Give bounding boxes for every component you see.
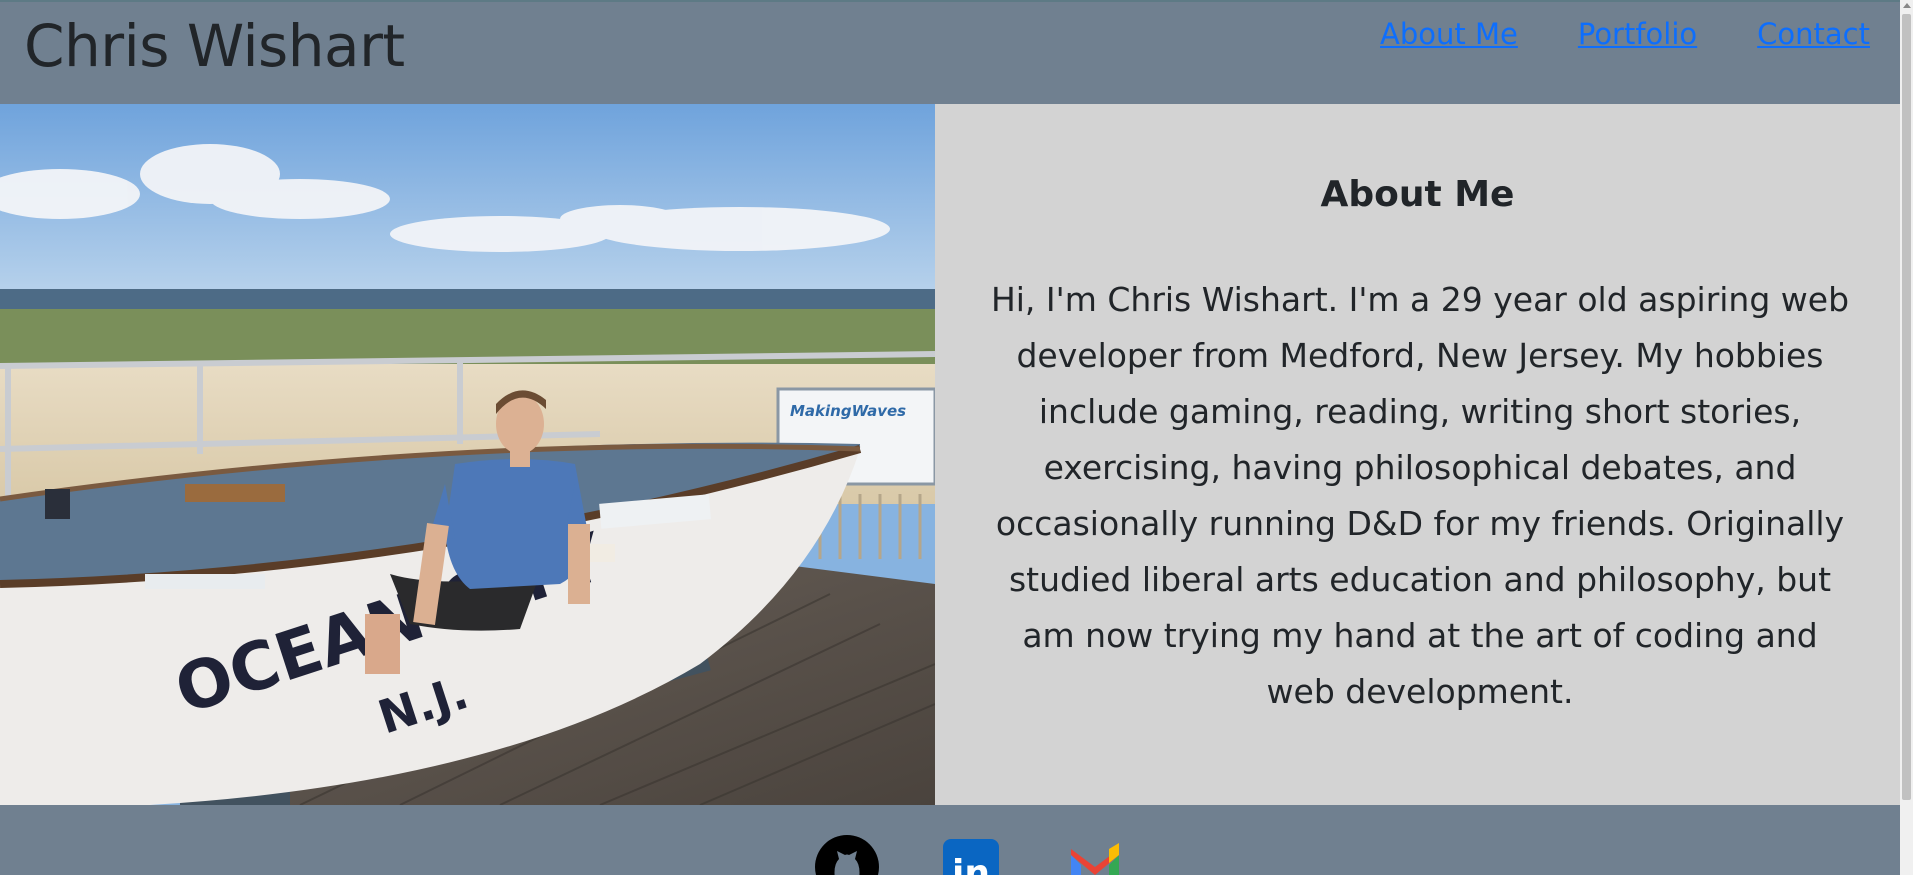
- page-scrollbar[interactable]: [1900, 0, 1913, 875]
- about-section: About Me Hi, I'm Chris Wishart. I'm a 29…: [935, 104, 1900, 805]
- main-nav: About Me Portfolio Contact: [1380, 14, 1870, 54]
- sign-text: MakingWaves: [790, 402, 906, 420]
- site-title: Chris Wishart: [24, 12, 405, 80]
- site-footer: in: [0, 805, 1900, 875]
- scroll-thumb[interactable]: [1902, 14, 1911, 800]
- nav-link-about-me[interactable]: About Me: [1380, 14, 1518, 54]
- nav-link-contact[interactable]: Contact: [1757, 14, 1870, 54]
- social-links: in: [815, 835, 1127, 875]
- linkedin-text: in: [952, 853, 990, 875]
- github-icon[interactable]: [815, 835, 879, 875]
- page: Chris Wishart About Me Portfolio Contact: [0, 0, 1913, 875]
- gmail-icon[interactable]: [1063, 835, 1127, 875]
- scroll-up-icon[interactable]: [1903, 3, 1911, 8]
- nav-link-portfolio[interactable]: Portfolio: [1578, 14, 1697, 54]
- site-header: Chris Wishart About Me Portfolio Contact: [0, 0, 1900, 104]
- about-heading: About Me: [1320, 174, 1515, 215]
- linkedin-icon[interactable]: in: [939, 835, 1003, 875]
- about-body: Hi, I'm Chris Wishart. I'm a 29 year old…: [990, 280, 1850, 711]
- profile-photo: MakingWaves OCEAN N.J.: [0, 104, 935, 805]
